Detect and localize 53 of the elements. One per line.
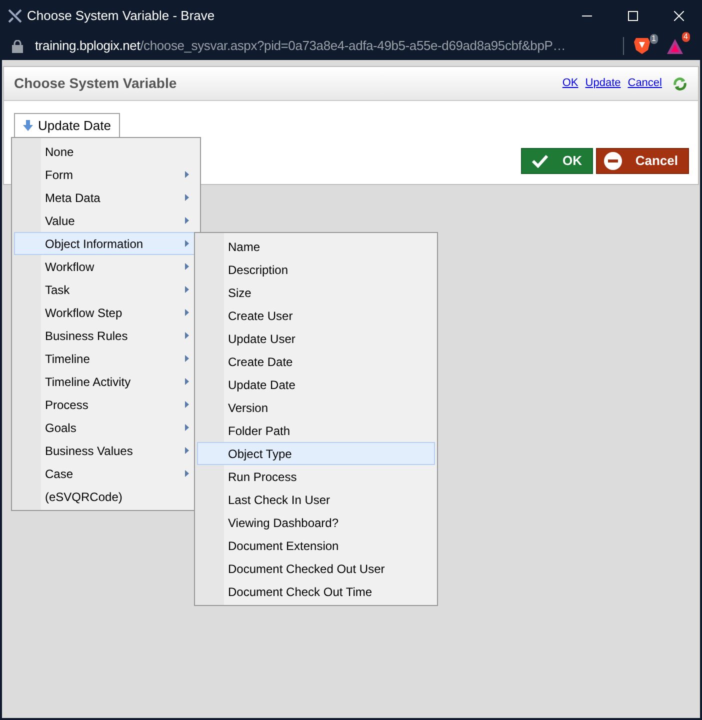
menu-item[interactable]: Object Type <box>197 442 435 465</box>
menu-item[interactable]: Workflow Step <box>14 301 198 324</box>
menu-item[interactable]: Last Check In User <box>197 488 435 511</box>
menu-item[interactable]: Viewing Dashboard? <box>197 511 435 534</box>
minus-circle-icon <box>604 152 622 170</box>
shields-button[interactable]: 1 <box>634 36 656 56</box>
lock-icon <box>12 40 23 52</box>
menu-item[interactable]: Business Rules <box>14 324 198 347</box>
maximize-icon <box>628 11 638 21</box>
menu-item[interactable]: Document Extension <box>197 534 435 557</box>
menu-item[interactable]: Workflow <box>14 255 198 278</box>
menu-item[interactable]: Business Values <box>14 439 198 462</box>
menu-item[interactable]: Task <box>14 278 198 301</box>
menu-item[interactable]: Document Checked Out User <box>197 557 435 580</box>
refresh-icon[interactable] <box>672 76 688 92</box>
close-icon <box>674 11 684 21</box>
menu-item[interactable]: Case <box>14 462 198 485</box>
cancel-button[interactable]: Cancel <box>596 148 689 174</box>
menu-item[interactable]: Create User <box>197 304 435 327</box>
menu-item[interactable]: Create Date <box>197 350 435 373</box>
check-icon <box>532 154 548 168</box>
menu-item[interactable]: Description <box>197 258 435 281</box>
header-link[interactable]: OK <box>562 75 578 92</box>
app-icon <box>7 8 23 24</box>
menu-item[interactable]: Goals <box>14 416 198 439</box>
menu-item[interactable]: Form <box>14 163 198 186</box>
ok-button[interactable]: OK <box>521 148 593 174</box>
menu-item[interactable]: None <box>14 140 198 163</box>
menu-item[interactable]: Version <box>197 396 435 419</box>
menu-item[interactable]: Size <box>197 281 435 304</box>
menu-item[interactable]: Document Check Out Time <box>197 580 435 603</box>
menu-item[interactable]: Timeline Activity <box>14 370 198 393</box>
menu-item[interactable]: Run Process <box>197 465 435 488</box>
menu-item[interactable]: Update User <box>197 327 435 350</box>
menu-item[interactable]: Meta Data <box>14 186 198 209</box>
address-field[interactable]: training.bplogix.net/choose_sysvar.aspx?pid=0a73a8e4-adfa-49b5-a55e-d69ad8a95cbf&bpP… <box>35 36 617 56</box>
variable-dropdown[interactable]: Update Date <box>14 113 120 138</box>
menu-item[interactable]: Name <box>197 235 435 258</box>
triangle-icon <box>666 38 684 55</box>
menu-item[interactable]: Value <box>14 209 198 232</box>
menu-item[interactable]: Process <box>14 393 198 416</box>
menu-item[interactable]: Folder Path <box>197 419 435 442</box>
menu-item[interactable]: Update Date <box>197 373 435 396</box>
header-link[interactable]: Update <box>585 75 621 92</box>
count-badge: 1 <box>650 34 658 44</box>
menu-item[interactable]: (eSVQRCode) <box>14 485 198 508</box>
lion-shield-icon <box>634 36 650 54</box>
down-arrow-icon <box>23 120 33 131</box>
window-title: Choose System Variable - Brave <box>27 7 215 26</box>
menu-item[interactable]: Timeline <box>14 347 198 370</box>
dialog-title: Choose System Variable <box>14 74 177 93</box>
header-link[interactable]: Cancel <box>628 75 662 92</box>
count-badge: 4 <box>682 32 690 42</box>
